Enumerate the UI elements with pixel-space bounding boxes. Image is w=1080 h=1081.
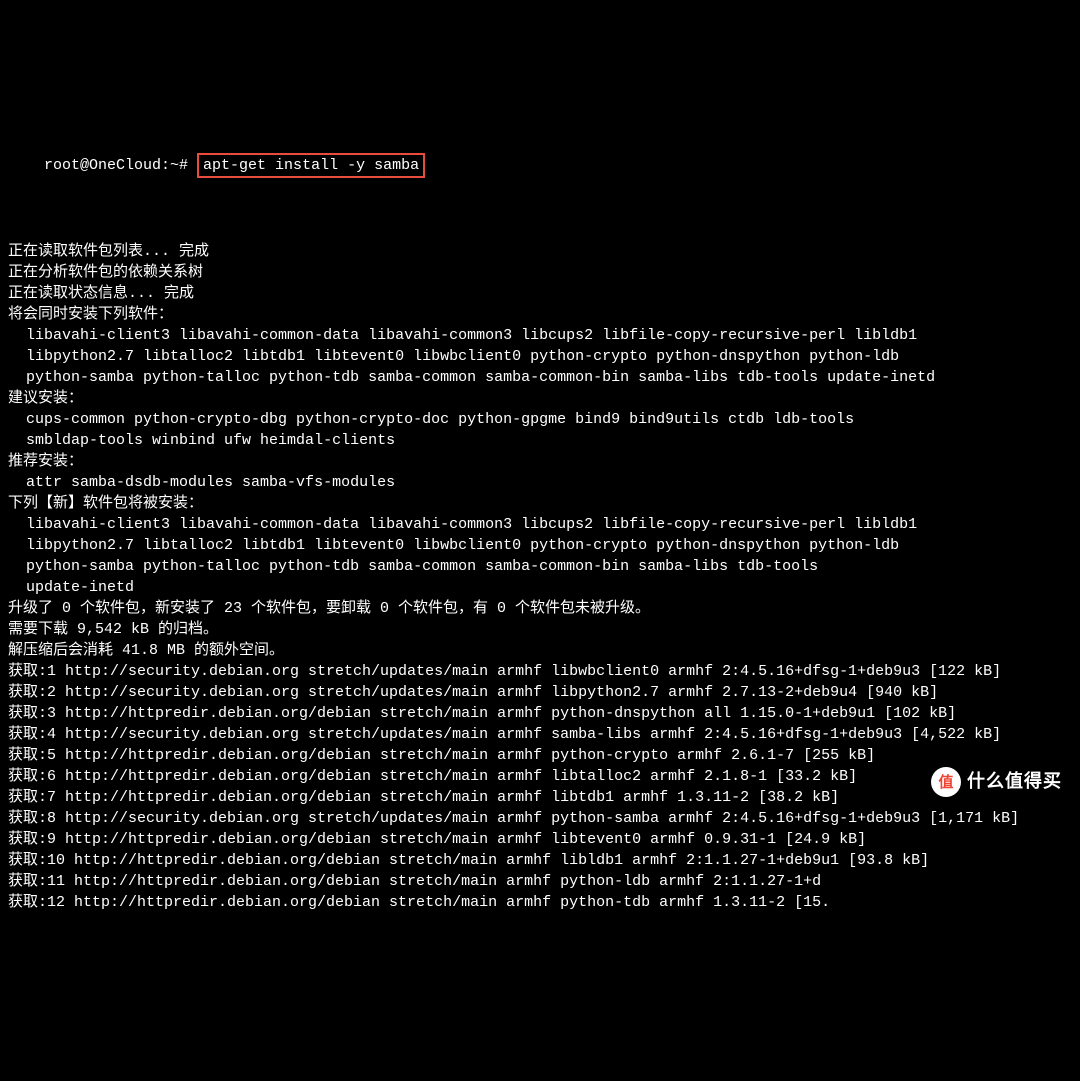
output-line: update-inetd (8, 577, 1072, 598)
output-line: 解压缩后会消耗 41.8 MB 的额外空间。 (8, 640, 1072, 661)
output-line: 获取:5 http://httpredir.debian.org/debian … (8, 745, 1072, 766)
output-line: 推荐安装： (8, 451, 1072, 472)
output-line: 获取:4 http://security.debian.org stretch/… (8, 724, 1072, 745)
output-line: libpython2.7 libtalloc2 libtdb1 libteven… (8, 535, 1072, 556)
output-line: python-samba python-talloc python-tdb sa… (8, 556, 1072, 577)
command-highlight: apt-get install -y samba (197, 153, 425, 178)
output-line: 需要下载 9,542 kB 的归档。 (8, 619, 1072, 640)
watermark-badge: 值 (931, 767, 961, 797)
terminal-output[interactable]: root@OneCloud:~# apt-get install -y samb… (8, 90, 1072, 934)
output-line: 正在分析软件包的依赖关系树 (8, 262, 1072, 283)
output-lines: 正在读取软件包列表... 完成正在分析软件包的依赖关系树正在读取状态信息... … (8, 241, 1072, 913)
output-line: smbldap-tools winbind ufw heimdal-client… (8, 430, 1072, 451)
watermark: 值 什么值得买 (927, 765, 1066, 799)
output-line: 获取:1 http://security.debian.org stretch/… (8, 661, 1072, 682)
output-line: 正在读取状态信息... 完成 (8, 283, 1072, 304)
output-line: 获取:8 http://security.debian.org stretch/… (8, 808, 1072, 829)
output-line: cups-common python-crypto-dbg python-cry… (8, 409, 1072, 430)
watermark-text: 什么值得买 (967, 769, 1062, 794)
output-line: python-samba python-talloc python-tdb sa… (8, 367, 1072, 388)
output-line: 获取:10 http://httpredir.debian.org/debian… (8, 850, 1072, 871)
output-line: libavahi-client3 libavahi-common-data li… (8, 325, 1072, 346)
output-line: 将会同时安装下列软件： (8, 304, 1072, 325)
output-line: 获取:3 http://httpredir.debian.org/debian … (8, 703, 1072, 724)
output-line: 下列【新】软件包将被安装： (8, 493, 1072, 514)
output-line: 正在读取软件包列表... 完成 (8, 241, 1072, 262)
output-line: 获取:12 http://httpredir.debian.org/debian… (8, 892, 1072, 913)
output-line: 建议安装： (8, 388, 1072, 409)
output-line: 获取:6 http://httpredir.debian.org/debian … (8, 766, 1072, 787)
prompt-line: root@OneCloud:~# apt-get install -y samb… (8, 132, 1072, 199)
output-line: 获取:9 http://httpredir.debian.org/debian … (8, 829, 1072, 850)
output-line: 升级了 0 个软件包，新安装了 23 个软件包，要卸载 0 个软件包，有 0 个… (8, 598, 1072, 619)
output-line: 获取:2 http://security.debian.org stretch/… (8, 682, 1072, 703)
output-line: attr samba-dsdb-modules samba-vfs-module… (8, 472, 1072, 493)
output-line: 获取:7 http://httpredir.debian.org/debian … (8, 787, 1072, 808)
shell-prompt: root@OneCloud:~# (44, 157, 197, 174)
output-line: libavahi-client3 libavahi-common-data li… (8, 514, 1072, 535)
output-line: 获取:11 http://httpredir.debian.org/debian… (8, 871, 1072, 892)
output-line: libpython2.7 libtalloc2 libtdb1 libteven… (8, 346, 1072, 367)
